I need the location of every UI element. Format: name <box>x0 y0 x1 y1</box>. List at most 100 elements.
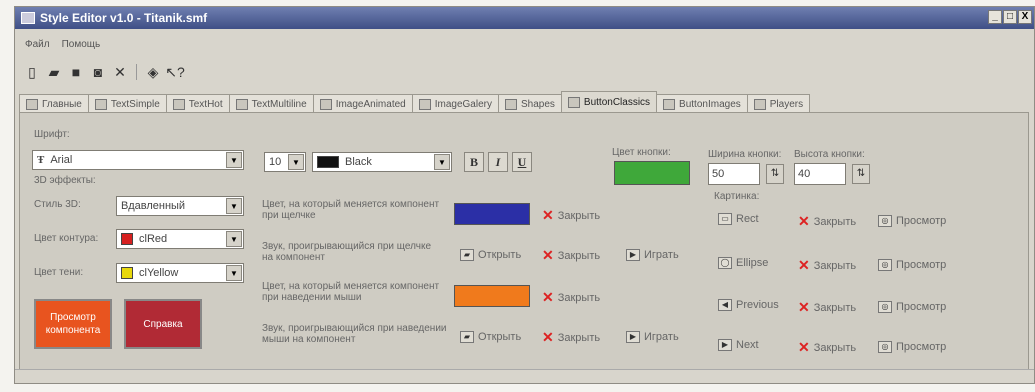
open-icon: ▰ <box>460 249 474 261</box>
tab-textmultiline[interactable]: TextMultiline <box>228 94 314 113</box>
chevron-down-icon[interactable]: ▼ <box>288 154 304 170</box>
hover-sound-open[interactable]: ▰ Открыть <box>460 331 521 343</box>
picture-rect-view[interactable]: ◎ Просмотр <box>878 215 946 227</box>
shadow-color-select[interactable]: clYellow ▼ <box>116 263 244 283</box>
tab-players[interactable]: Players <box>746 94 811 113</box>
rect-icon: ▭ <box>718 213 732 225</box>
shadow-color-value: clYellow <box>139 267 179 279</box>
chevron-down-icon[interactable]: ▼ <box>434 154 450 170</box>
style-3d-label: Стиль 3D: <box>34 199 81 210</box>
window-controls: _ □ X <box>988 10 1032 24</box>
button-color-label: Цвет кнопки: <box>612 147 671 158</box>
tab-buttonimages[interactable]: ButtonImages <box>656 94 748 113</box>
tab-imageanimated[interactable]: ImageAnimated <box>312 94 413 113</box>
button-width-spin[interactable]: ⇅ <box>766 164 784 184</box>
contour-color-select[interactable]: clRed ▼ <box>116 229 244 249</box>
shadow-color-label: Цвет тени: <box>34 267 84 278</box>
picture-next-close[interactable]: ✕ Закрыть <box>798 339 856 356</box>
tab-texthot[interactable]: TextHot <box>165 94 230 113</box>
close-x-icon: ✕ <box>542 247 554 263</box>
tab-buttonclassics[interactable]: ButtonClassics <box>560 91 658 113</box>
picture-ellipse-button[interactable]: ◯ Ellipse <box>718 257 768 269</box>
help-icon[interactable]: ↖? <box>165 63 185 81</box>
new-file-icon[interactable]: ▯ <box>23 63 41 81</box>
underline-button[interactable]: U <box>512 152 532 172</box>
menu-file[interactable]: Файл <box>25 39 50 50</box>
picture-rect-close[interactable]: ✕ Закрыть <box>798 213 856 230</box>
font-name-select[interactable]: Ŧ Arial ▼ <box>32 150 244 170</box>
text-icon <box>235 98 248 110</box>
click-sound-open[interactable]: ▰ Открыть <box>460 249 521 261</box>
click-sound-close[interactable]: ✕ Закрыть <box>542 247 600 264</box>
style-icon[interactable]: ◈ <box>144 63 162 81</box>
shape-icon <box>504 98 517 110</box>
hover-color-label: Цвет, на который меняется компонент при … <box>262 281 440 303</box>
open-icon: ▰ <box>460 331 474 343</box>
picture-rect-button[interactable]: ▭ Rect <box>718 213 759 225</box>
preview-component-button[interactable]: Просмотр компонента <box>34 299 112 349</box>
hover-color-close[interactable]: ✕ Закрыть <box>542 289 600 306</box>
picture-next-view[interactable]: ◎ Просмотр <box>878 341 946 353</box>
chevron-down-icon[interactable]: ▼ <box>226 198 242 214</box>
tab-main[interactable]: Главные <box>19 94 89 113</box>
picture-previous-close[interactable]: ✕ Закрыть <box>798 299 856 316</box>
hover-sound-label: Звук, проигрывающийся при наведении мыши… <box>262 323 447 345</box>
hover-sound-play[interactable]: ▶ Играть <box>626 331 679 343</box>
picture-ellipse-view[interactable]: ◎ Просмотр <box>878 259 946 271</box>
open-folder-icon[interactable]: ▰ <box>45 63 63 81</box>
bold-button[interactable]: B <box>464 152 484 172</box>
save-icon[interactable]: ■ <box>67 63 85 81</box>
next-icon: ▶ <box>718 339 732 351</box>
button-icon <box>567 97 580 108</box>
click-color-swatch[interactable] <box>454 203 530 225</box>
play-icon: ▶ <box>626 249 640 261</box>
toolbar-separator <box>136 64 137 80</box>
app-icon <box>21 12 35 24</box>
close-x-icon: ✕ <box>798 213 810 229</box>
button-color-swatch[interactable] <box>614 161 690 185</box>
close-icon[interactable]: ✕ <box>111 63 129 81</box>
contour-color-value: clRed <box>139 233 168 245</box>
picture-ellipse-close[interactable]: ✕ Закрыть <box>798 257 856 274</box>
chevron-down-icon[interactable]: ▼ <box>226 265 242 281</box>
close-x-icon: ✕ <box>798 257 810 273</box>
tab-imagegalery[interactable]: ImageGalery <box>411 94 499 113</box>
title-bar[interactable]: Style Editor v1.0 - Titanik.smf _ □ X <box>15 7 1034 29</box>
save-all-icon[interactable]: ◙ <box>89 63 107 81</box>
click-sound-label: Звук, проигрывающийся при щелчке на комп… <box>262 241 431 263</box>
window-title: Style Editor v1.0 - Titanik.smf <box>40 11 208 25</box>
button-height-input[interactable]: 40 <box>794 163 846 185</box>
button-width-input[interactable]: 50 <box>708 163 760 185</box>
picture-previous-button[interactable]: ◀ Previous <box>718 299 779 311</box>
font-name-value: Arial <box>50 154 73 166</box>
chevron-down-icon[interactable]: ▼ <box>226 231 242 247</box>
style-3d-select[interactable]: Вдавленный ▼ <box>116 196 244 216</box>
hover-sound-close[interactable]: ✕ Закрыть <box>542 329 600 346</box>
view-icon: ◎ <box>878 215 892 227</box>
picture-next-button[interactable]: ▶ Next <box>718 339 759 351</box>
picture-previous-view[interactable]: ◎ Просмотр <box>878 301 946 313</box>
close-x-icon: ✕ <box>542 329 554 345</box>
picture-label: Картинка: <box>714 191 760 202</box>
menu-help[interactable]: Помощь <box>62 39 101 50</box>
view-icon: ◎ <box>878 259 892 271</box>
font-size-select[interactable]: 10 ▼ <box>264 152 306 172</box>
close-window-button[interactable]: X <box>1018 10 1032 24</box>
status-bar <box>15 369 1034 383</box>
minimize-button[interactable]: _ <box>988 10 1002 24</box>
tab-shapes[interactable]: Shapes <box>497 94 562 113</box>
maximize-button[interactable]: □ <box>1003 10 1017 24</box>
chevron-down-icon[interactable]: ▼ <box>226 152 242 168</box>
close-x-icon: ✕ <box>542 289 554 305</box>
click-color-close[interactable]: ✕ Закрыть <box>542 207 600 224</box>
italic-button[interactable]: I <box>488 152 508 172</box>
button-height-spin[interactable]: ⇅ <box>852 164 870 184</box>
hover-color-swatch[interactable] <box>454 285 530 307</box>
font-color-select[interactable]: Black ▼ <box>312 152 452 172</box>
view-icon: ◎ <box>878 301 892 313</box>
tab-textsimple[interactable]: TextSimple <box>87 94 167 113</box>
help-button[interactable]: Справка <box>124 299 202 349</box>
list-icon <box>26 98 38 110</box>
contour-swatch <box>121 233 133 245</box>
click-sound-play[interactable]: ▶ Играть <box>626 249 679 261</box>
